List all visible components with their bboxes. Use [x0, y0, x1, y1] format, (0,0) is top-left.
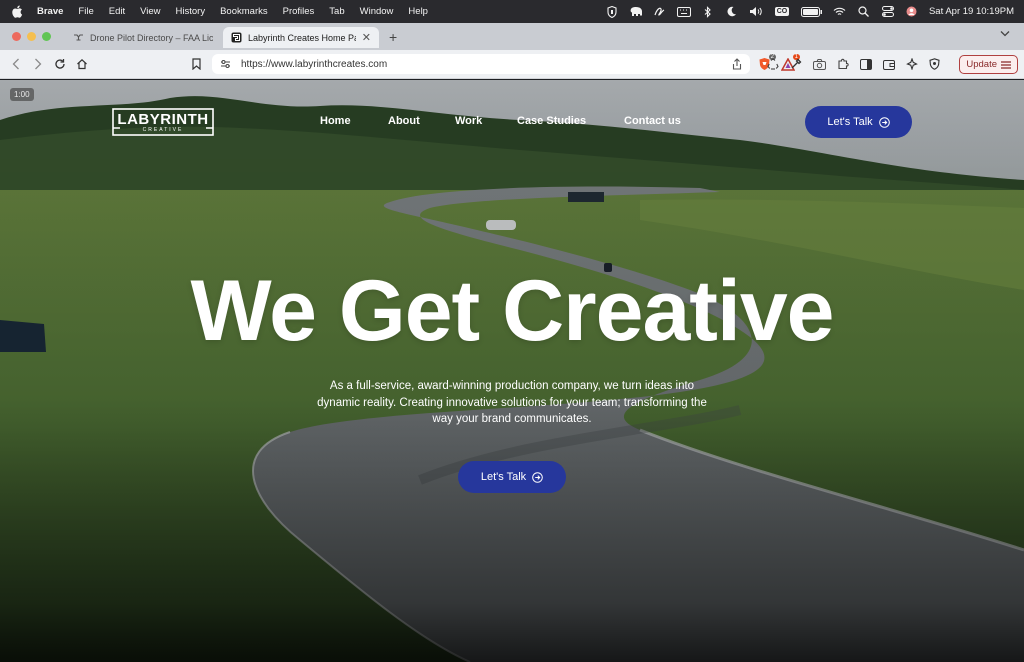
url-text[interactable]: https://www.labyrinthcreates.com — [241, 59, 387, 70]
reload-button[interactable] — [52, 56, 68, 72]
labyrinth-favicon-icon — [231, 32, 242, 43]
sidebar-toggle-icon[interactable] — [860, 57, 872, 75]
browser-tab-bar: Drone Pilot Directory – FAA Licen Labyri… — [0, 23, 1024, 50]
menu-tab[interactable]: Tab — [329, 6, 344, 17]
site-header: LABYRINTH CREATIVE Home About Work Case … — [0, 80, 1024, 160]
bookmark-button[interactable] — [188, 56, 204, 72]
back-button[interactable] — [8, 56, 24, 72]
menu-view[interactable]: View — [140, 6, 160, 17]
nav-work[interactable]: Work — [455, 115, 482, 127]
labyrinth-logo[interactable]: LABYRINTH CREATIVE — [112, 108, 214, 136]
tab-labyrinth-home[interactable]: Labyrinth Creates Home Page ✕ — [223, 27, 379, 48]
drone-favicon-icon — [74, 34, 83, 41]
home-icon — [77, 58, 87, 70]
logo-wordmark: LABYRINTH — [117, 111, 209, 128]
apple-icon[interactable] — [12, 5, 23, 18]
hero-overlay — [0, 80, 1024, 662]
address-bar[interactable]: https://www.labyrinthcreates.com — [212, 54, 750, 74]
menu-edit[interactable]: Edit — [109, 6, 125, 17]
recycle-extension-icon[interactable] — [767, 57, 779, 75]
moon-icon[interactable] — [725, 6, 739, 18]
wifi-icon[interactable] — [833, 6, 847, 18]
battery-icon[interactable] — [800, 6, 823, 18]
chevron-left-icon — [12, 58, 19, 70]
co-badge-text: CO — [774, 7, 790, 16]
hero-headline: We Get Creative — [190, 263, 834, 359]
camera-extension-icon[interactable] — [813, 57, 826, 75]
tab-drone-directory[interactable]: Drone Pilot Directory – FAA Licen — [65, 27, 221, 48]
puzzle-extensions-icon[interactable] — [837, 57, 849, 75]
menu-file[interactable]: File — [78, 6, 93, 17]
cta-label: Let's Talk — [827, 116, 873, 128]
site-settings-icon[interactable] — [220, 59, 231, 69]
nav-contact-us[interactable]: Contact us — [624, 115, 681, 127]
volume-icon[interactable] — [749, 6, 763, 18]
update-button[interactable]: Update — [959, 55, 1018, 74]
tab-title: Labyrinth Creates Home Page — [248, 32, 356, 43]
status-tray: CO Sat Apr 19 10:19PM — [605, 0, 1014, 23]
web-page-viewport: 1:00 LABYRINTH CREATIVE Home About Work … — [0, 80, 1024, 662]
bookmark-icon — [191, 58, 201, 70]
bluetooth-icon[interactable] — [701, 5, 715, 18]
macos-menu-bar: Brave File Edit View History Bookmarks P… — [0, 0, 1024, 23]
wallet-icon[interactable] — [883, 57, 895, 75]
menu-app-name[interactable]: Brave — [37, 6, 63, 17]
lets-talk-hero-button[interactable]: Let's Talk — [458, 461, 566, 493]
spotlight-search-icon[interactable] — [857, 6, 871, 18]
cta-label: Let's Talk — [480, 471, 527, 483]
shield-tray-icon[interactable] — [605, 5, 619, 18]
leo-ai-icon[interactable] — [906, 57, 918, 75]
nav-home[interactable]: Home — [320, 115, 351, 127]
tab-list-chevron-icon[interactable] — [1000, 29, 1014, 43]
chevron-right-icon — [35, 58, 42, 70]
zoom-window-button[interactable] — [42, 32, 51, 41]
forward-button[interactable] — [30, 56, 46, 72]
logo-subtitle: CREATIVE — [142, 127, 184, 133]
reload-icon — [55, 59, 65, 69]
menu-bookmarks[interactable]: Bookmarks — [220, 6, 268, 17]
eyedropper-extension-icon[interactable] — [790, 57, 802, 75]
update-label: Update — [966, 59, 997, 70]
user-avatar-icon[interactable] — [905, 6, 919, 18]
minimize-window-button[interactable] — [27, 32, 36, 41]
tab-title: Drone Pilot Directory – FAA Licen — [90, 32, 213, 43]
window-controls — [12, 32, 51, 41]
nav-about[interactable]: About — [388, 115, 420, 127]
elephant-tray-icon[interactable] — [629, 6, 643, 18]
lets-talk-header-button[interactable]: Let's Talk — [805, 106, 912, 138]
menu-help[interactable]: Help — [408, 6, 428, 17]
close-tab-icon[interactable]: ✕ — [362, 31, 371, 44]
menu-profiles[interactable]: Profiles — [283, 6, 315, 17]
menu-history[interactable]: History — [176, 6, 206, 17]
arrow-circle-right-icon — [532, 471, 543, 483]
menubar-clock[interactable]: Sat Apr 19 10:19PM — [929, 6, 1014, 17]
share-icon[interactable] — [732, 58, 742, 73]
browser-toolbar: https://www.labyrinthcreates.com 2 1 Upd… — [0, 50, 1024, 79]
co-badge-icon[interactable]: CO — [773, 6, 791, 18]
arrow-circle-right-icon — [878, 116, 890, 128]
control-center-icon[interactable] — [881, 6, 895, 18]
close-window-button[interactable] — [12, 32, 21, 41]
hero-subtext: As a full-service, award-winning product… — [317, 380, 707, 425]
script-a-tray-icon[interactable] — [653, 6, 667, 18]
keyboard-tray-icon[interactable] — [676, 6, 691, 18]
menu-window[interactable]: Window — [360, 6, 394, 17]
extensions-group — [767, 57, 940, 75]
vpn-shield-icon[interactable] — [929, 57, 940, 75]
new-tab-button[interactable]: + — [389, 29, 397, 45]
nav-case-studies[interactable]: Case Studies — [517, 115, 586, 127]
home-button[interactable] — [74, 56, 90, 72]
hamburger-menu-icon — [1001, 60, 1011, 69]
